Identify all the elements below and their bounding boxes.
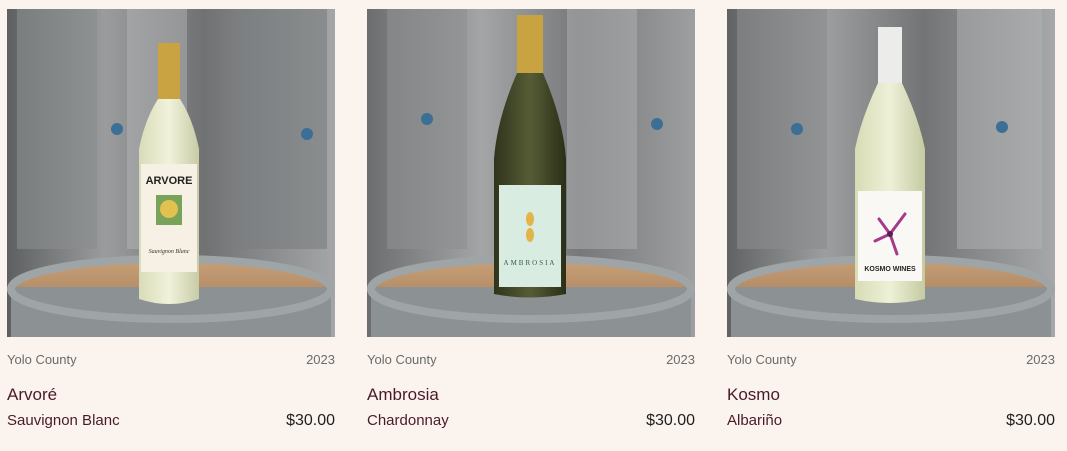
- bottle-photo: ARVORE Sauvignon Blanc: [7, 9, 335, 337]
- svg-text:ARVORE: ARVORE: [146, 175, 193, 187]
- price-label: $30.00: [1006, 412, 1055, 429]
- region-label: Yolo County: [727, 352, 797, 367]
- region-label: Yolo County: [7, 352, 77, 367]
- product-name[interactable]: Ambrosia: [367, 385, 439, 405]
- varietal-label: Albariño: [727, 412, 783, 429]
- product-meta: Yolo County 2023: [367, 352, 695, 367]
- product-meta: Yolo County 2023: [727, 352, 1055, 367]
- vintage-label: 2023: [666, 352, 695, 367]
- svg-text:Sauvignon Blanc: Sauvignon Blanc: [149, 249, 190, 255]
- vintage-label: 2023: [306, 352, 335, 367]
- product-card-ambrosia[interactable]: AMBROSIA Yolo County 2023 Ambrosia Chard…: [367, 9, 695, 429]
- region-label: Yolo County: [367, 352, 437, 367]
- price-label: $30.00: [646, 412, 695, 429]
- product-card-kosmo[interactable]: KOSMO WINES Yolo County 2023 Kosmo Albar…: [727, 9, 1055, 429]
- product-image-ambrosia[interactable]: AMBROSIA: [367, 9, 695, 337]
- product-image-arvore[interactable]: ARVORE Sauvignon Blanc: [7, 9, 335, 337]
- varietal-label: Chardonnay: [367, 412, 449, 429]
- bottle-photo: AMBROSIA: [367, 9, 695, 337]
- svg-text:AMBROSIA: AMBROSIA: [504, 259, 557, 267]
- product-name[interactable]: Arvoré: [7, 385, 57, 405]
- vintage-label: 2023: [1026, 352, 1055, 367]
- varietal-label: Sauvignon Blanc: [7, 412, 120, 429]
- product-grid: ARVORE Sauvignon Blanc Yolo County 2023 …: [0, 0, 1067, 451]
- price-label: $30.00: [286, 412, 335, 429]
- product-meta: Yolo County 2023: [7, 352, 335, 367]
- bottle-photo: KOSMO WINES: [727, 9, 1055, 337]
- product-image-kosmo[interactable]: KOSMO WINES: [727, 9, 1055, 337]
- product-card-arvore[interactable]: ARVORE Sauvignon Blanc Yolo County 2023 …: [7, 9, 335, 429]
- product-name[interactable]: Kosmo: [727, 385, 780, 405]
- svg-text:KOSMO WINES: KOSMO WINES: [864, 266, 916, 273]
